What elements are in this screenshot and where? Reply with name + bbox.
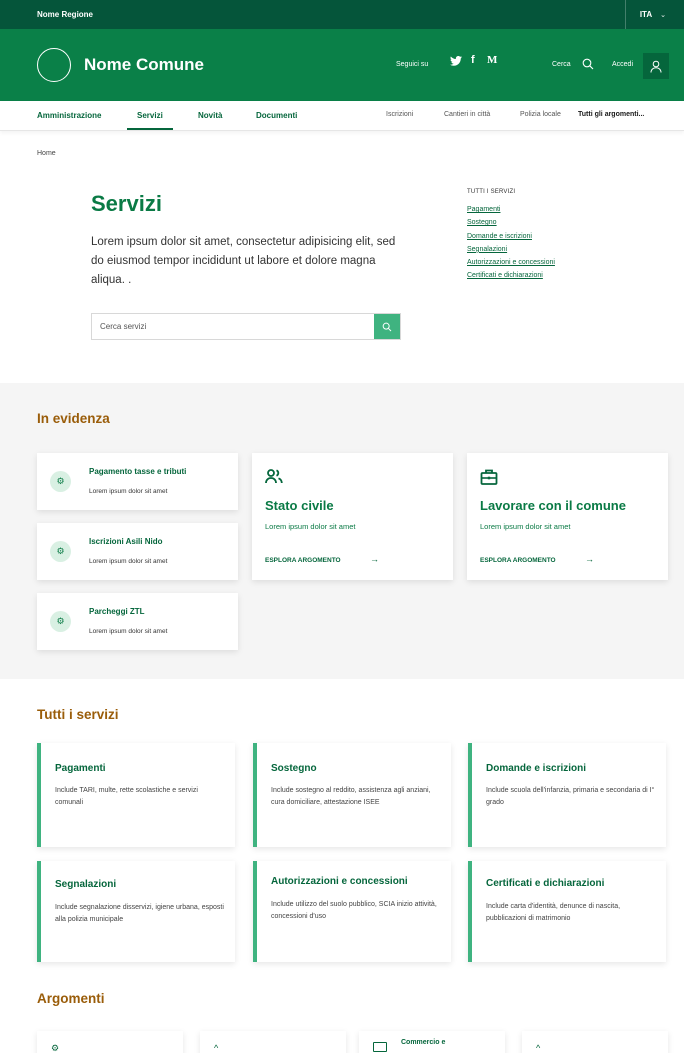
logo[interactable] (37, 48, 71, 82)
all-services-title: Tutti i servizi (37, 707, 119, 722)
nav-item-novita[interactable]: Novità (198, 111, 222, 120)
services-side-menu: TUTTI I SERVIZI Pagamenti Sostegno Doman… (467, 189, 555, 286)
nav-link-all-topics[interactable]: Tutti gli argomenti... (578, 111, 644, 118)
gear-icon: ⚙ (50, 471, 71, 492)
topic-tile[interactable]: Commercio e (359, 1031, 505, 1053)
user-icon (650, 60, 662, 73)
nav-link-polizia[interactable]: Polizia locale (520, 111, 561, 118)
topic-tile-title: Commercio e (401, 1039, 446, 1046)
gear-icon: ⚙ (50, 611, 71, 632)
main-nav: Amministrazione Servizi Novità Documenti… (0, 101, 684, 131)
people-icon (265, 469, 283, 484)
page-description: Lorem ipsum dolor sit amet, consectetur … (91, 236, 396, 286)
service-category-title: Domande e iscrizioni (486, 763, 587, 774)
gear-icon: ⚙ (51, 1043, 60, 1053)
topic-tile[interactable]: ^ (200, 1031, 346, 1053)
site-title[interactable]: Nome Comune (84, 55, 204, 75)
arrow-right-icon: → (370, 554, 379, 564)
highlight-card-desc: Lorem ipsum dolor sit amet (89, 558, 168, 565)
service-category-title: Pagamenti (55, 763, 106, 774)
service-category-title: Segnalazioni (55, 879, 117, 890)
briefcase-icon (480, 469, 498, 485)
topic-card-desc: Lorem ipsum dolor sit amet (480, 522, 571, 531)
service-category-title: Certificati e dichiarazioni (486, 878, 605, 889)
side-link-segnalazioni[interactable]: Segnalazioni (467, 246, 555, 253)
search-icon[interactable] (582, 58, 594, 70)
caret-up-icon: ^ (536, 1043, 541, 1053)
breadcrumb-home[interactable]: Home (37, 150, 56, 157)
highlight-card-title: Parcheggi ZTL (89, 607, 145, 616)
medium-icon[interactable]: M (487, 54, 497, 66)
side-menu-heading: TUTTI I SERVIZI (467, 189, 516, 195)
gear-icon: ⚙ (50, 541, 71, 562)
chevron-down-icon: ⌄ (660, 11, 666, 19)
highlight-card[interactable]: ⚙ Iscrizioni Asili Nido Lorem ipsum dolo… (37, 523, 238, 580)
highlight-card-title: Pagamento tasse e tributi (89, 467, 187, 476)
search-icon (382, 322, 392, 331)
search-input[interactable] (92, 314, 376, 339)
topic-card-stato-civile[interactable]: Stato civile Lorem ipsum dolor sit amet … (252, 453, 453, 580)
service-category-desc: Include segnalazione disservizi, igiene … (55, 904, 224, 923)
nav-link-cantieri[interactable]: Cantieri in città (444, 111, 490, 118)
service-category-desc: Include scuola dell'infanzia, primaria e… (486, 787, 655, 806)
service-category-card[interactable]: Autorizzazioni e concessioni Include uti… (253, 861, 451, 962)
topics-title: Argomenti (37, 991, 105, 1006)
language-selector[interactable]: ITA ⌄ (624, 0, 666, 29)
service-category-title: Sostegno (271, 763, 317, 774)
service-category-card[interactable]: Segnalazioni Include segnalazione disser… (37, 861, 235, 962)
side-link-certificati[interactable]: Certificati e dichiarazioni (467, 272, 555, 279)
twitter-icon[interactable] (450, 56, 462, 69)
nav-link-iscrizioni[interactable]: Iscrizioni (386, 111, 413, 118)
side-link-domande[interactable]: Domande e iscrizioni (467, 233, 555, 240)
highlights-title: In evidenza (37, 411, 110, 426)
explore-link[interactable]: ESPLORA ARGOMENTO (480, 557, 556, 564)
login-label[interactable]: Accedi (612, 61, 633, 68)
side-link-pagamenti[interactable]: Pagamenti (467, 206, 555, 213)
highlight-card-title: Iscrizioni Asili Nido (89, 537, 163, 546)
breadcrumb: Home (37, 150, 56, 157)
service-category-desc: Include TARI, multe, rette scolastiche e… (55, 787, 198, 806)
side-link-sostegno[interactable]: Sostegno (467, 219, 555, 226)
login-button[interactable] (643, 53, 669, 79)
facebook-icon[interactable]: f (471, 54, 475, 66)
region-name[interactable]: Nome Regione (37, 10, 93, 19)
service-category-card[interactable]: Certificati e dichiarazioni Include cart… (468, 861, 666, 962)
service-category-card[interactable]: Sostegno Include sostegno al reddito, as… (253, 743, 451, 847)
nav-item-servizi[interactable]: Servizi (127, 111, 173, 130)
highlight-card-desc: Lorem ipsum dolor sit amet (89, 488, 168, 495)
highlight-card-desc: Lorem ipsum dolor sit amet (89, 628, 168, 635)
header: Nome Comune Seguici su f M Cerca Accedi (0, 29, 684, 101)
explore-link[interactable]: ESPLORA ARGOMENTO (265, 557, 341, 564)
caret-up-icon: ^ (214, 1043, 219, 1053)
highlight-card[interactable]: ⚙ Pagamento tasse e tributi Lorem ipsum … (37, 453, 238, 510)
storefront-icon (373, 1042, 387, 1052)
topic-tile[interactable]: ^ (522, 1031, 668, 1053)
arrow-right-icon: → (585, 554, 594, 564)
service-category-card[interactable]: Domande e iscrizioni Include scuola dell… (468, 743, 666, 847)
service-search (91, 313, 401, 340)
search-button[interactable] (374, 314, 400, 339)
highlight-card[interactable]: ⚙ Parcheggi ZTL Lorem ipsum dolor sit am… (37, 593, 238, 650)
topic-card-title: Lavorare con il comune (480, 498, 626, 513)
topic-card-desc: Lorem ipsum dolor sit amet (265, 522, 356, 531)
nav-item-amministrazione[interactable]: Amministrazione (37, 111, 101, 120)
service-category-desc: Include sostegno al reddito, assistenza … (271, 787, 431, 806)
service-category-title: Autorizzazioni e concessioni (271, 876, 408, 887)
service-category-desc: Include utilizzo del suolo pubblico, SCI… (271, 901, 437, 920)
topic-tile[interactable]: ⚙ (37, 1031, 183, 1053)
service-category-desc: Include carta d'identità, denunce di nas… (486, 903, 621, 922)
topic-card-lavorare[interactable]: Lavorare con il comune Lorem ipsum dolor… (467, 453, 668, 580)
topic-card-title: Stato civile (265, 498, 334, 513)
nav-item-documenti[interactable]: Documenti (256, 111, 297, 120)
search-label[interactable]: Cerca (552, 61, 571, 68)
language-label: ITA (639, 10, 653, 19)
follow-label: Seguici su (396, 61, 429, 68)
top-strip: Nome Regione ITA ⌄ (0, 0, 684, 29)
page-title: Servizi (91, 191, 162, 216)
side-link-autorizzazioni[interactable]: Autorizzazioni e concessioni (467, 259, 555, 266)
service-category-card[interactable]: Pagamenti Include TARI, multe, rette sco… (37, 743, 235, 847)
